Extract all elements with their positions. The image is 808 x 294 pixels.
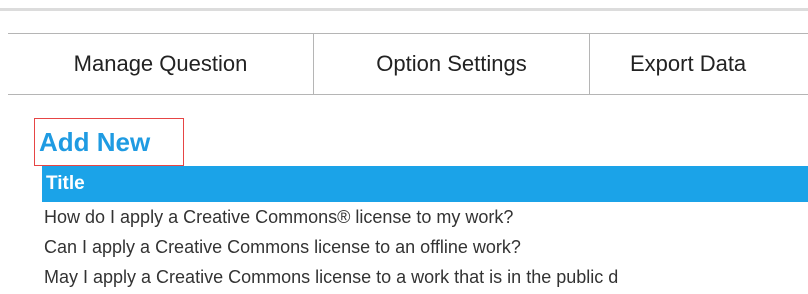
question-list: Title How do I apply a Creative Commons®… [42,166,808,292]
list-item[interactable]: How do I apply a Creative Commons® licen… [42,202,808,232]
tab-manage-question[interactable]: Manage Question [8,34,314,94]
list-item[interactable]: Can I apply a Creative Commons license t… [42,232,808,262]
add-new-link[interactable]: Add New [34,118,184,166]
list-item[interactable]: May I apply a Creative Commons license t… [42,262,808,292]
column-header-title: Title [42,166,808,202]
tab-export-data[interactable]: Export Data [590,34,808,94]
tab-bar: Manage Question Option Settings Export D… [8,33,808,95]
tab-option-settings[interactable]: Option Settings [314,34,590,94]
top-divider [0,8,808,11]
